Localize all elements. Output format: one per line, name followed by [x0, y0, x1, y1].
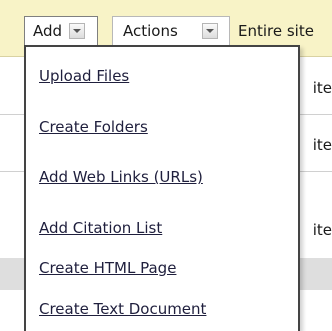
- actions-button[interactable]: Actions: [112, 16, 230, 46]
- chevron-down-icon[interactable]: [202, 23, 218, 39]
- actions-button-label: Actions: [123, 22, 178, 40]
- menu-item-add-web-links[interactable]: Add Web Links (URLs): [39, 168, 203, 186]
- row-scope-text: ite: [312, 221, 332, 239]
- row-scope-text: ite: [312, 79, 332, 97]
- add-dropdown-menu: Upload Files Create Folders Add Web Link…: [24, 45, 300, 331]
- menu-item-create-folders[interactable]: Create Folders: [39, 118, 148, 136]
- add-button[interactable]: Add: [24, 16, 98, 46]
- menu-item-upload-files[interactable]: Upload Files: [39, 67, 129, 85]
- menu-item-add-citation-list[interactable]: Add Citation List: [39, 219, 162, 237]
- row-scope-text: ite: [312, 136, 332, 154]
- scope-selector[interactable]: Entire site: [238, 16, 314, 46]
- add-button-label: Add: [33, 22, 63, 40]
- chevron-down-icon[interactable]: [69, 23, 85, 39]
- menu-item-create-text-document[interactable]: Create Text Document: [39, 300, 206, 318]
- menu-item-create-html-page[interactable]: Create HTML Page: [39, 259, 176, 277]
